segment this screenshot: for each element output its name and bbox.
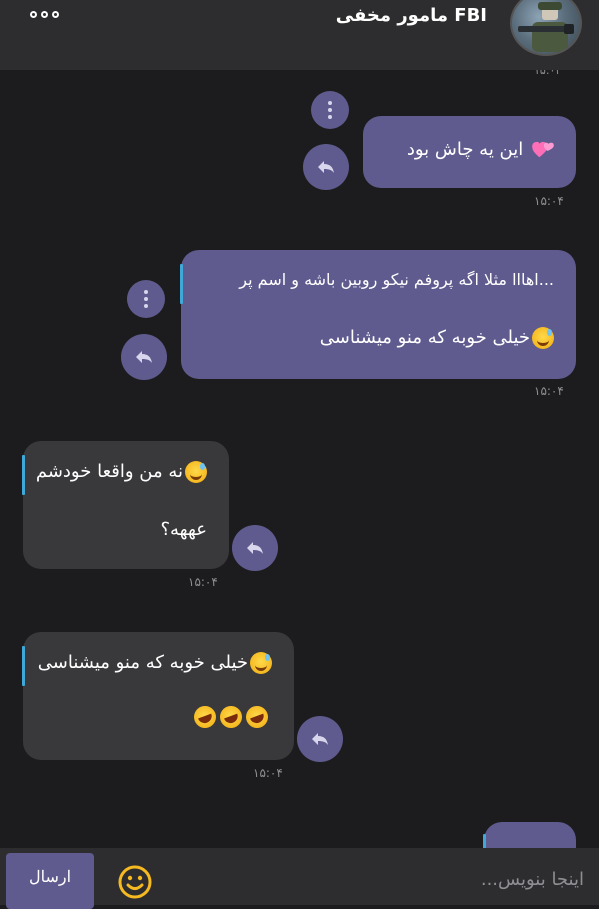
quote-bar <box>22 646 25 686</box>
message-composer: ارسال <box>0 848 599 909</box>
kebab-icon <box>328 101 332 119</box>
message-bubble-incoming[interactable]: خیلی خوبه که منو میشناسی <box>22 632 294 760</box>
emoji-row <box>190 702 272 735</box>
message-text: این یه چاش بود <box>406 139 524 160</box>
contact-avatar[interactable] <box>510 0 582 56</box>
reply-icon <box>318 161 334 173</box>
quote-bar <box>22 455 25 495</box>
reply-icon <box>247 542 263 554</box>
smiley-icon[interactable] <box>118 865 152 899</box>
message-time: ۱۵:۰۴ <box>253 766 283 780</box>
message-bubble-outgoing[interactable] <box>483 822 576 848</box>
sweat-smile-emoji <box>250 652 272 674</box>
sweat-smile-emoji <box>185 461 207 483</box>
contact-name[interactable]: مامور مخفی FBI <box>336 4 487 28</box>
quoted-text: اهااا مثلا اگه پروفم نیکو روبین باشه و ا… <box>239 270 554 289</box>
two-hearts-emoji <box>532 141 554 158</box>
rolling-laughing-emoji <box>216 702 246 732</box>
message-menu-button[interactable] <box>311 91 349 129</box>
rolling-laughing-emoji <box>242 702 272 732</box>
reply-icon <box>312 733 328 745</box>
message-text: خیلی خوبه که منو میشناسی <box>319 327 530 348</box>
message-menu-button[interactable] <box>127 280 165 318</box>
sweat-smile-emoji <box>532 327 554 349</box>
message-list[interactable]: ۱۵:۰۴ این یه چاش بود ۱۵:۰۴ اهااا مثلا اگ… <box>0 70 599 848</box>
quoted-text: خیلی خوبه که منو میشناسی <box>37 652 248 673</box>
message-time: ۱۵:۰۴ <box>534 194 564 208</box>
rolling-laughing-emoji <box>190 702 220 732</box>
message-input[interactable] <box>170 858 586 900</box>
timestamp: ۱۵:۰۴ <box>534 70 562 77</box>
reply-button[interactable] <box>303 144 349 190</box>
more-horizontal-icon[interactable] <box>30 4 59 24</box>
reply-icon <box>136 351 152 363</box>
reply-button[interactable] <box>121 334 167 380</box>
message-time: ۱۵:۰۴ <box>534 384 564 398</box>
send-button[interactable]: ارسال <box>6 853 94 909</box>
chat-header: مامور مخفی FBI <box>0 0 599 70</box>
quote-bar <box>483 834 486 848</box>
message-bubble-incoming[interactable]: نه من واقعا خودشم عههه؟ <box>22 441 229 569</box>
reply-button[interactable] <box>232 525 278 571</box>
message-time: ۱۵:۰۴ <box>188 575 218 589</box>
kebab-icon <box>144 290 148 308</box>
reply-button[interactable] <box>297 716 343 762</box>
message-bubble-outgoing[interactable]: این یه چاش بود <box>363 116 576 188</box>
quoted-text: نه من واقعا خودشم <box>35 461 183 482</box>
quote-bar <box>180 264 183 304</box>
message-text: عههه؟ <box>160 519 207 540</box>
message-bubble-outgoing[interactable]: اهااا مثلا اگه پروفم نیکو روبین باشه و ا… <box>180 250 576 379</box>
